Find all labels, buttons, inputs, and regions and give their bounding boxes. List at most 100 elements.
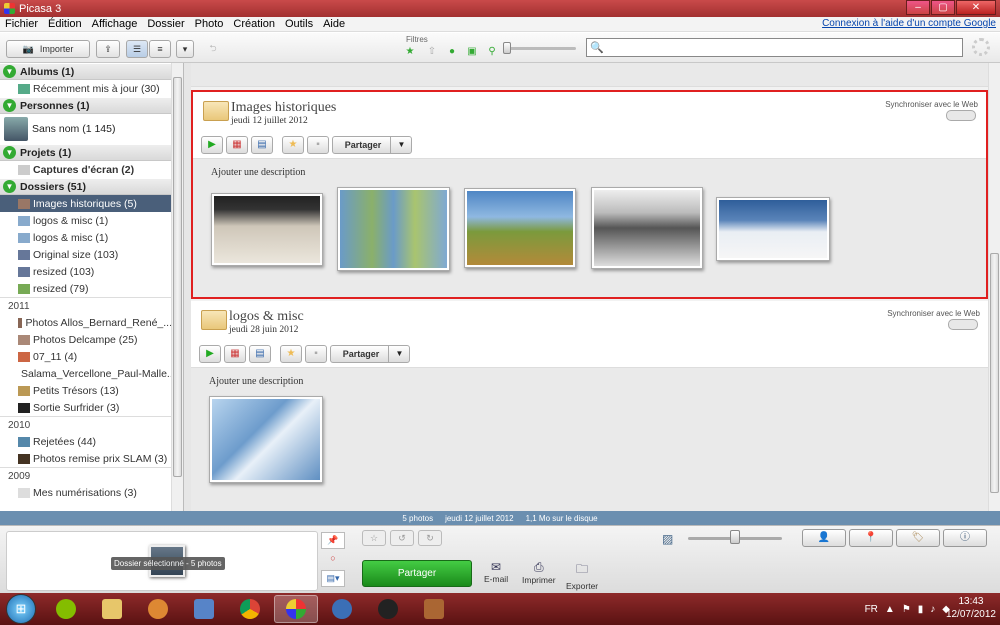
spotify-taskbar-icon[interactable] (44, 595, 88, 623)
menu-aide[interactable]: Aide (318, 18, 350, 30)
photo-thumbnail[interactable] (211, 193, 323, 266)
sidebar-item-original-size[interactable]: Original size (103) (0, 246, 172, 263)
movie-icon[interactable]: ▤ (251, 136, 273, 154)
maximize-icon[interactable]: ▢ (931, 0, 955, 15)
search-box[interactable]: 🔍 (586, 38, 963, 57)
volume-icon[interactable]: ♪ (930, 604, 935, 615)
menu-creation[interactable]: Création (228, 18, 280, 30)
places-panel-icon[interactable]: 📍 (849, 529, 893, 547)
paint-taskbar-icon[interactable] (182, 595, 226, 623)
photo-thumbnail[interactable] (337, 187, 450, 271)
collapse-icon[interactable]: ▼ (3, 65, 16, 78)
sidebar-item-recent[interactable]: Récemment mis à jour (30) (0, 80, 172, 97)
minimize-icon[interactable]: – (906, 0, 930, 15)
album-logos-misc[interactable]: logos & misc jeudi 28 juin 2012 Synchron… (191, 301, 988, 511)
photo-thumbnail[interactable] (716, 197, 830, 261)
picasa-taskbar-icon[interactable] (274, 595, 318, 623)
collage-icon[interactable]: ▦ (226, 136, 248, 154)
language-indicator[interactable]: FR (865, 604, 878, 615)
tray-share-button[interactable]: Partager (362, 560, 472, 587)
export-button[interactable]: 🗀 Exporter (566, 560, 598, 591)
album-images-historiques[interactable]: Images historiques jeudi 12 juillet 2012… (191, 90, 988, 299)
flag-icon[interactable]: ⚑ (902, 604, 911, 615)
print-button[interactable]: ⎙ Imprimer (522, 560, 556, 585)
menu-outils[interactable]: Outils (280, 18, 318, 30)
share-dropdown-icon[interactable]: ▼ (390, 136, 412, 154)
close-icon[interactable]: ✕ (956, 0, 996, 15)
list-view-button[interactable]: ☰ (126, 40, 148, 58)
menu-dossier[interactable]: Dossier (142, 18, 189, 30)
collapse-icon[interactable]: ▼ (3, 146, 16, 159)
album-title[interactable]: logos & misc (229, 309, 304, 325)
people-panel-icon[interactable]: 👤 (802, 529, 846, 547)
album-title[interactable]: Images historiques (231, 100, 336, 116)
sidebar-item-resized-79[interactable]: resized (79) (0, 280, 172, 297)
sidebar-scrollbar[interactable] (171, 63, 183, 511)
sidebar-item-logos-misc-2[interactable]: logos & misc (1) (0, 229, 172, 246)
album-description[interactable]: Ajouter une description (211, 167, 305, 178)
search-input[interactable] (607, 41, 938, 54)
photo-thumbnail[interactable] (464, 188, 576, 268)
explorer-taskbar-icon[interactable] (90, 595, 134, 623)
inkscape-taskbar-icon[interactable] (366, 595, 410, 623)
add-to-album-icon[interactable]: ▤▾ (321, 570, 345, 587)
menu-affichage[interactable]: Affichage (87, 18, 143, 30)
folders-section-header[interactable]: ▼ Dossiers (51) (0, 178, 172, 195)
sync-toggle[interactable] (946, 110, 976, 121)
save-icon[interactable]: ▪ (307, 136, 329, 154)
person-filter-icon[interactable]: ● (444, 45, 460, 59)
main-scroll-thumb[interactable] (990, 253, 999, 493)
network-icon[interactable]: ▮ (918, 604, 924, 615)
sidebar-item-photos-allos[interactable]: Photos Allos_Bernard_René_... (0, 314, 172, 331)
tags-panel-icon[interactable]: 🏷 (896, 529, 940, 547)
projects-section-header[interactable]: ▼ Projets (1) (0, 144, 172, 161)
star-icon[interactable]: ★ (280, 345, 302, 363)
sidebar-item-petits-tresors[interactable]: Petits Trésors (13) (0, 382, 172, 399)
sidebar-item-mes-numerisations[interactable]: Mes numérisations (3) (0, 484, 172, 501)
taskbar-clock[interactable]: 13:43 12/07/2012 (946, 595, 996, 621)
slideshow-play-icon[interactable]: ▶ (199, 345, 221, 363)
menu-fichier[interactable]: Fichier (0, 18, 43, 30)
email-button[interactable]: ✉ E-mail (484, 560, 508, 584)
star-icon[interactable]: ★ (282, 136, 304, 154)
save-icon[interactable]: ▪ (305, 345, 327, 363)
sidebar-item-salama[interactable]: Salama_Vercellone_Paul-Malle... (0, 365, 172, 382)
people-section-header[interactable]: ▼ Personnes (1) (0, 97, 172, 114)
thumbnail-size-knob[interactable] (730, 530, 740, 544)
thunderbird-taskbar-icon[interactable] (320, 595, 364, 623)
rotate-right-icon[interactable]: ↻ (418, 530, 442, 546)
menu-edition[interactable]: Édition (43, 18, 87, 30)
video-filter-icon[interactable]: ▣ (464, 45, 480, 59)
menu-photo[interactable]: Photo (190, 18, 229, 30)
upload-button[interactable]: ⇪ (96, 40, 120, 58)
photo-thumbnail[interactable] (591, 187, 703, 269)
geotag-filter-icon[interactable]: ⚲ (484, 45, 500, 59)
star-filter-icon[interactable]: ★ (402, 45, 418, 59)
slideshow-play-icon[interactable]: ▶ (201, 136, 223, 154)
filter-date-slider-knob[interactable] (503, 42, 511, 54)
album-description[interactable]: Ajouter une description (209, 376, 303, 387)
sidebar-splitter[interactable] (184, 63, 191, 511)
tray-arrow-icon[interactable]: ▲ (885, 604, 895, 615)
main-scrollbar[interactable] (988, 63, 1000, 511)
collage-icon[interactable]: ▦ (224, 345, 246, 363)
chrome-taskbar-icon[interactable] (228, 595, 272, 623)
collapse-icon[interactable]: ▼ (3, 99, 16, 112)
sidebar-scroll-thumb[interactable] (173, 77, 182, 477)
import-button[interactable]: 📷 Importer (6, 40, 90, 58)
albums-section-header[interactable]: ▼ Albums (1) (0, 63, 172, 80)
google-login-link[interactable]: Connexion à l'aide d'un compte Google (822, 18, 996, 29)
collapse-icon[interactable]: ▼ (3, 180, 16, 193)
tray-star-icon[interactable]: ☆ (362, 530, 386, 546)
sidebar-item-resized-103[interactable]: resized (103) (0, 263, 172, 280)
sidebar-item-screenshots[interactable]: Captures d'écran (2) (0, 161, 172, 178)
back-button[interactable]: ⮌ (202, 40, 224, 58)
filter-date-slider[interactable] (506, 47, 576, 50)
audio-app-taskbar-icon[interactable] (136, 595, 180, 623)
photo-app-taskbar-icon[interactable] (412, 595, 456, 623)
view-dropdown-button[interactable]: ▾ (176, 40, 194, 58)
upload-filter-icon[interactable]: ⇧ (424, 45, 440, 59)
rotate-left-icon[interactable]: ↺ (390, 530, 414, 546)
info-panel-icon[interactable]: ⓘ (943, 529, 987, 547)
sidebar-item-sortie-surfrider[interactable]: Sortie Surfrider (3) (0, 399, 172, 416)
